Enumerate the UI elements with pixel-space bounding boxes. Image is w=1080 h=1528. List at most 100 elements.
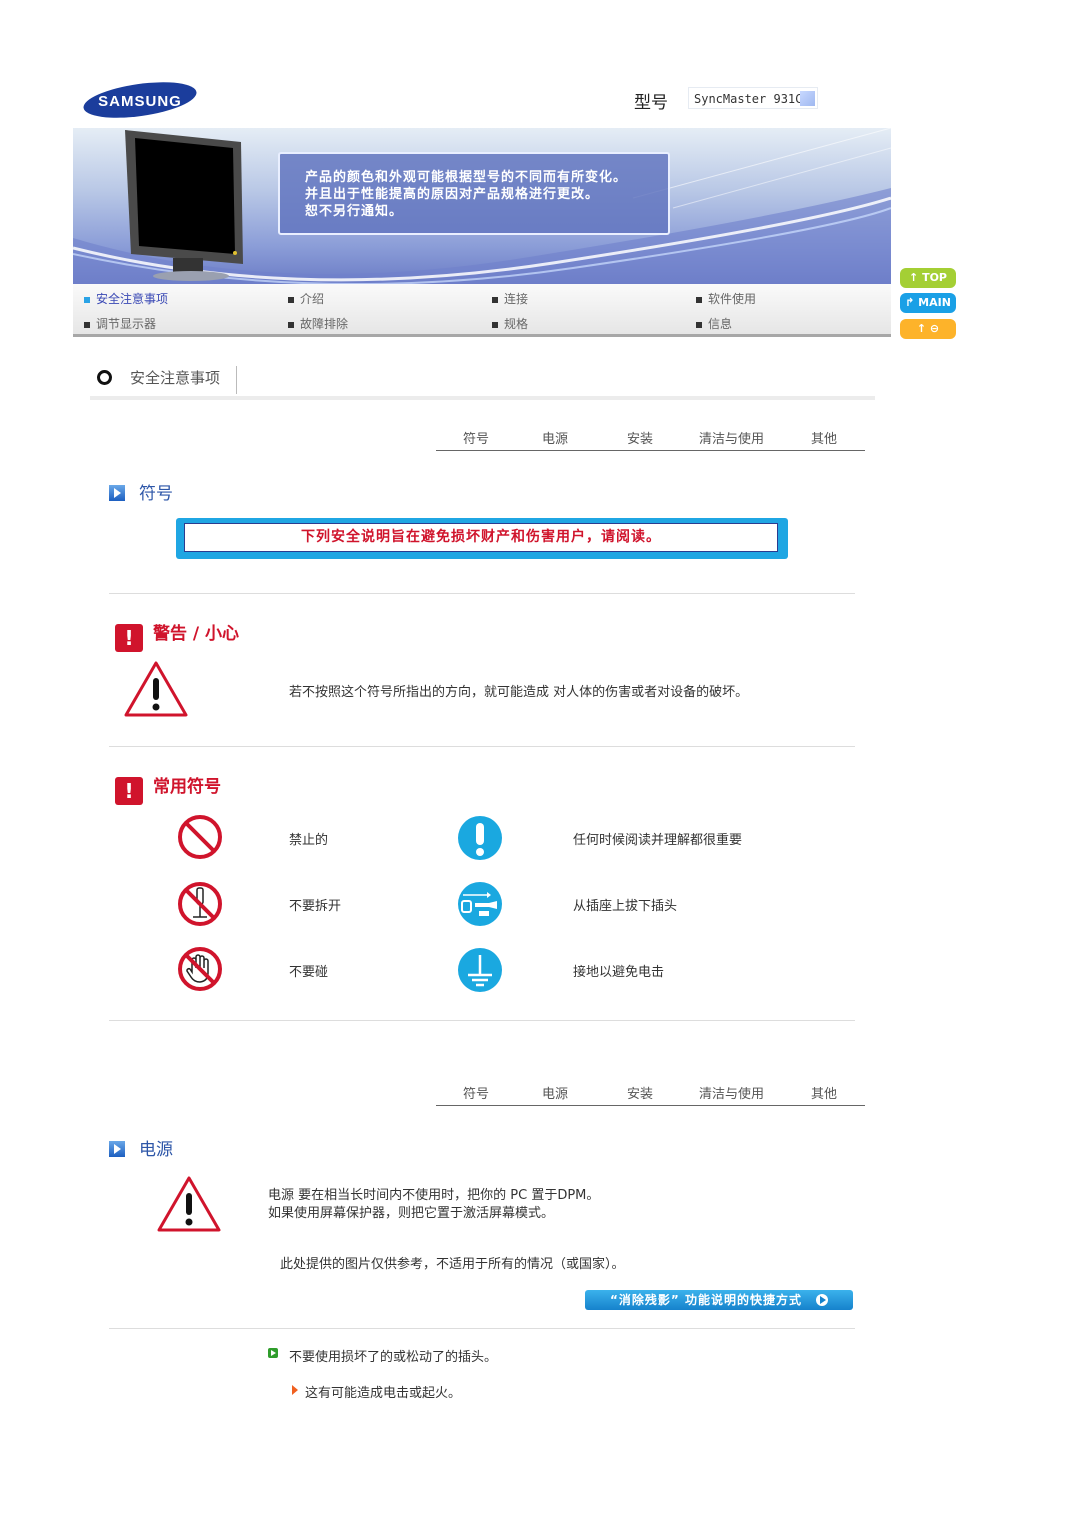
power-instructions: 电源 要在相当长时间内不使用时，把你的 PC 置于DPM。 如果使用屏幕保护器，… xyxy=(268,1187,599,1223)
tab-cleaning[interactable]: 清洁与使用 xyxy=(699,1083,764,1102)
symbol-label: 接地以避免电击 xyxy=(573,965,665,980)
tab-symbols[interactable]: 符号 xyxy=(463,428,489,447)
model-label: 型号 xyxy=(634,93,668,113)
section-heading-power: 电源 xyxy=(109,1135,173,1160)
power-line: 电源 要在相当长时间内不使用时，把你的 PC 置于DPM。 xyxy=(268,1188,600,1203)
nav-bullet-icon xyxy=(84,321,90,328)
symbol-label: 不要碰 xyxy=(289,965,329,980)
symbol-label: 任何时候阅读并理解都很重要 xyxy=(573,833,743,848)
section-heading-text: 符号 xyxy=(139,484,173,504)
arrow-up-icon: ↑ xyxy=(916,322,927,335)
banner-notice-line: 并且出于性能提高的原因对产品规格进行更改。 xyxy=(305,187,600,202)
common-symbols-heading-text: 常用符号 xyxy=(153,777,221,797)
back-button[interactable]: ↑ ⊖ xyxy=(900,319,956,339)
nav-bullet-icon xyxy=(492,296,498,303)
green-bullet-icon xyxy=(268,1348,278,1358)
ring-icon xyxy=(97,370,112,385)
warning-heading: ! 警告 / 小心 xyxy=(115,619,239,652)
main-nav: 安全注意事项 介绍 连接 软件使用 调节显示器 故障排除 规格 信息 xyxy=(73,284,891,337)
samsung-logo[interactable]: SAMSUNG xyxy=(82,81,198,119)
nav-item-label: 安全注意事项 xyxy=(96,292,169,306)
nav-item-connect[interactable]: 连接 xyxy=(492,290,528,307)
shortcut-button-label: “消除残影” 功能说明的快捷方式 xyxy=(610,1293,802,1307)
orange-arrow-icon xyxy=(292,1385,298,1395)
nav-bullet-icon xyxy=(492,321,498,328)
tab-cleaning[interactable]: 清洁与使用 xyxy=(699,428,764,447)
nav-item-label: 连接 xyxy=(504,292,529,306)
disclaimer-text: 此处提供的图片仅供参考，不适用于所有的情况（或国家）。 xyxy=(280,1257,625,1272)
warning-heading-text: 警告 / 小心 xyxy=(153,624,240,644)
warning-triangle-icon xyxy=(123,660,189,722)
divider xyxy=(236,366,237,394)
svg-text:SAMSUNG: SAMSUNG xyxy=(98,93,182,110)
power-bullet-text: 不要使用损坏了的或松动了的插头。 xyxy=(289,1350,498,1365)
disc-icon: ⊖ xyxy=(926,322,940,335)
nav-bullet-icon xyxy=(696,296,702,303)
tab-install[interactable]: 安装 xyxy=(627,1083,653,1102)
banner-notice: 产品的颜色和外观可能根据型号的不同而有所变化。 并且出于性能提高的原因对产品规格… xyxy=(278,152,670,235)
nav-item-label: 信息 xyxy=(708,317,733,331)
nav-item-label: 软件使用 xyxy=(708,292,757,306)
no-disassemble-icon xyxy=(177,881,223,931)
tab-other[interactable]: 其他 xyxy=(811,1083,837,1102)
unplug-icon xyxy=(457,881,503,931)
tab-other[interactable]: 其他 xyxy=(811,428,837,447)
divider xyxy=(109,1328,855,1329)
page-title: 安全注意事项 xyxy=(130,369,221,387)
nav-item-safety[interactable]: 安全注意事项 xyxy=(84,290,168,307)
model-value: SyncMaster 931C xyxy=(694,92,803,106)
nav-item-info[interactable]: 信息 xyxy=(696,315,732,332)
tab-install[interactable]: 安装 xyxy=(627,428,653,447)
warning-triangle-icon xyxy=(156,1175,222,1237)
divider xyxy=(90,396,875,400)
common-symbols-heading: ! 常用符号 xyxy=(115,772,221,805)
main-button[interactable]: ↱ MAIN xyxy=(900,293,956,313)
top-button-label: TOP xyxy=(922,271,947,284)
banner-notice-line: 恕不另行通知。 xyxy=(305,204,404,219)
section-heading-symbols: 符号 xyxy=(109,479,173,504)
product-banner: 产品的颜色和外观可能根据型号的不同而有所变化。 并且出于性能提高的原因对产品规格… xyxy=(73,128,891,284)
banner-notice-line: 产品的颜色和外观可能根据型号的不同而有所变化。 xyxy=(305,170,628,185)
tab-symbols[interactable]: 符号 xyxy=(463,1083,489,1102)
play-icon xyxy=(109,1141,125,1157)
nav-item-label: 调节显示器 xyxy=(96,317,157,331)
main-button-label: MAIN xyxy=(918,296,951,309)
model-select[interactable]: SyncMaster 931C xyxy=(688,87,818,109)
warning-text: 若不按照这个符号所指出的方向，就可能造成 对人体的伤害或者对设备的破坏。 xyxy=(289,685,749,700)
arrow-up-icon: ↑ xyxy=(909,271,923,284)
model-dropdown-icon[interactable] xyxy=(800,91,815,106)
safety-notice-box: 下列安全说明旨在避免损坏财产和伤害用户，请阅读。 xyxy=(176,518,788,559)
arrow-turn-icon: ↱ xyxy=(905,296,919,309)
nav-item-label: 规格 xyxy=(504,317,529,331)
safety-notice-text: 下列安全说明旨在避免损坏财产和伤害用户，请阅读。 xyxy=(184,523,778,552)
symbol-label: 不要拆开 xyxy=(289,899,342,914)
nav-item-adjust[interactable]: 调节显示器 xyxy=(84,315,156,332)
section-tabs: 符号 电源 安装 清洁与使用 其他 xyxy=(436,420,865,451)
image-retention-shortcut-button[interactable]: “消除残影” 功能说明的快捷方式 xyxy=(585,1290,853,1310)
symbol-label: 从插座上拔下插头 xyxy=(573,899,678,914)
nav-item-software[interactable]: 软件使用 xyxy=(696,290,756,307)
section-heading-text: 电源 xyxy=(139,1140,173,1160)
nav-bullet-icon xyxy=(84,296,90,303)
nav-item-troubleshoot[interactable]: 故障排除 xyxy=(288,315,348,332)
tab-power[interactable]: 电源 xyxy=(542,1083,568,1102)
divider xyxy=(109,746,855,747)
section-tabs: 符号 电源 安装 清洁与使用 其他 xyxy=(436,1075,865,1106)
nav-item-label: 介绍 xyxy=(300,292,325,306)
nav-item-label: 故障排除 xyxy=(300,317,349,331)
nav-item-intro[interactable]: 介绍 xyxy=(288,290,324,307)
play-circle-icon xyxy=(815,1294,828,1306)
exclamation-icon: ! xyxy=(115,777,143,805)
nav-bullet-icon xyxy=(288,321,294,328)
nav-item-specs[interactable]: 规格 xyxy=(492,315,528,332)
power-line: 如果使用屏幕保护器，则把它置于激活屏幕模式。 xyxy=(268,1206,555,1221)
symbol-label: 禁止的 xyxy=(289,833,329,848)
power-sub-bullet-text: 这有可能造成电击或起火。 xyxy=(305,1386,462,1401)
top-button[interactable]: ↑ TOP xyxy=(900,268,956,288)
no-touch-icon xyxy=(177,946,223,996)
nav-bullet-icon xyxy=(288,296,294,303)
nav-bullet-icon xyxy=(696,321,702,328)
tab-power[interactable]: 电源 xyxy=(542,428,568,447)
ground-icon xyxy=(457,947,503,997)
divider xyxy=(109,1020,855,1021)
